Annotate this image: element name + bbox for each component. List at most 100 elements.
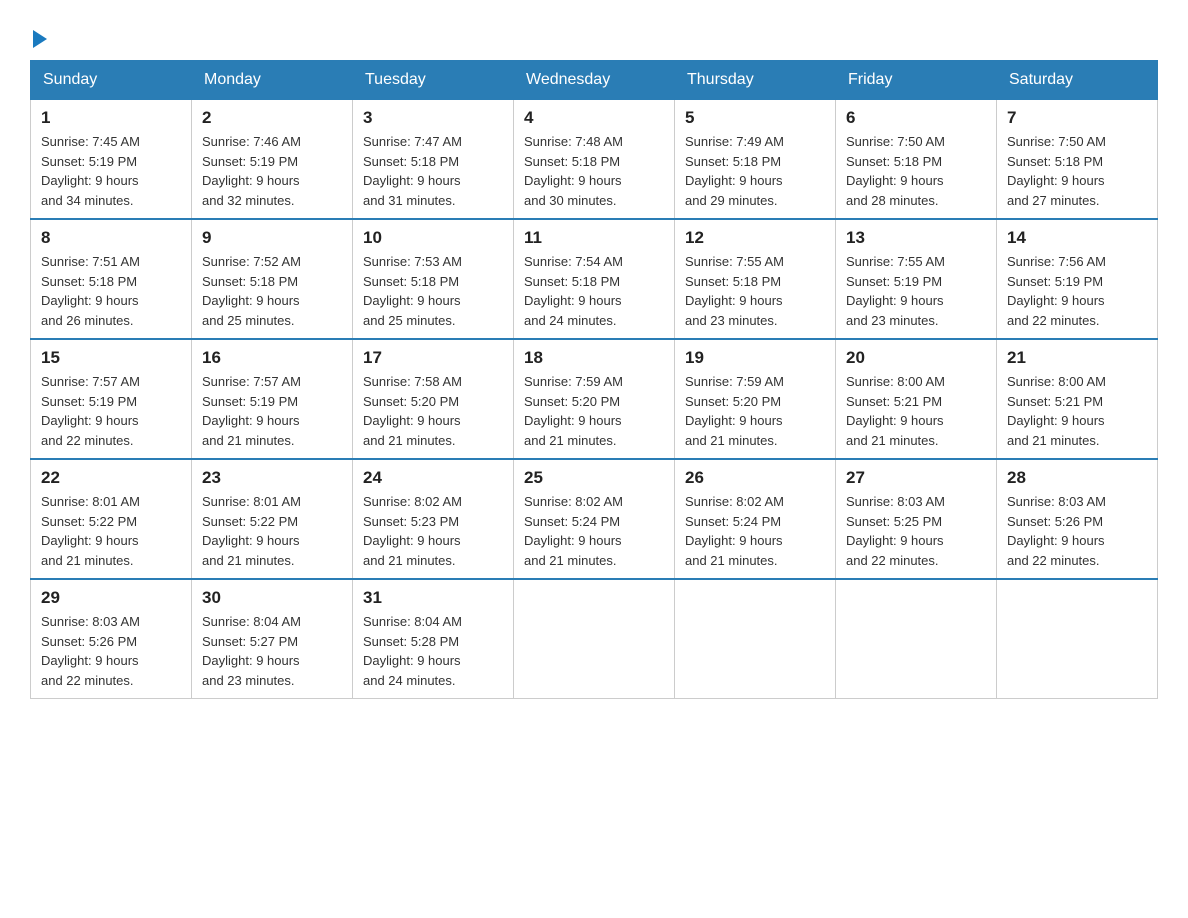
day-info: Sunrise: 7:46 AMSunset: 5:19 PMDaylight:… bbox=[202, 134, 301, 208]
calendar-cell: 8 Sunrise: 7:51 AMSunset: 5:18 PMDayligh… bbox=[31, 219, 192, 339]
calendar-cell bbox=[836, 579, 997, 699]
calendar-cell: 23 Sunrise: 8:01 AMSunset: 5:22 PMDaylig… bbox=[192, 459, 353, 579]
day-header-monday: Monday bbox=[192, 61, 353, 100]
calendar-cell: 9 Sunrise: 7:52 AMSunset: 5:18 PMDayligh… bbox=[192, 219, 353, 339]
day-number: 1 bbox=[41, 108, 181, 128]
day-number: 19 bbox=[685, 348, 825, 368]
day-info: Sunrise: 8:04 AMSunset: 5:28 PMDaylight:… bbox=[363, 614, 462, 688]
logo-blue-part bbox=[30, 30, 47, 50]
calendar-cell: 13 Sunrise: 7:55 AMSunset: 5:19 PMDaylig… bbox=[836, 219, 997, 339]
page-header bbox=[30, 20, 1158, 50]
calendar-cell bbox=[997, 579, 1158, 699]
day-info: Sunrise: 7:51 AMSunset: 5:18 PMDaylight:… bbox=[41, 254, 140, 328]
day-number: 12 bbox=[685, 228, 825, 248]
day-number: 15 bbox=[41, 348, 181, 368]
day-number: 2 bbox=[202, 108, 342, 128]
calendar-week-row: 8 Sunrise: 7:51 AMSunset: 5:18 PMDayligh… bbox=[31, 219, 1158, 339]
day-info: Sunrise: 7:58 AMSunset: 5:20 PMDaylight:… bbox=[363, 374, 462, 448]
day-number: 11 bbox=[524, 228, 664, 248]
calendar-cell: 12 Sunrise: 7:55 AMSunset: 5:18 PMDaylig… bbox=[675, 219, 836, 339]
day-number: 5 bbox=[685, 108, 825, 128]
day-info: Sunrise: 8:02 AMSunset: 5:24 PMDaylight:… bbox=[524, 494, 623, 568]
day-header-sunday: Sunday bbox=[31, 61, 192, 100]
calendar-cell: 17 Sunrise: 7:58 AMSunset: 5:20 PMDaylig… bbox=[353, 339, 514, 459]
day-info: Sunrise: 8:00 AMSunset: 5:21 PMDaylight:… bbox=[1007, 374, 1106, 448]
day-number: 7 bbox=[1007, 108, 1147, 128]
day-header-wednesday: Wednesday bbox=[514, 61, 675, 100]
day-number: 6 bbox=[846, 108, 986, 128]
day-number: 20 bbox=[846, 348, 986, 368]
day-header-tuesday: Tuesday bbox=[353, 61, 514, 100]
calendar-cell: 1 Sunrise: 7:45 AMSunset: 5:19 PMDayligh… bbox=[31, 100, 192, 220]
day-header-friday: Friday bbox=[836, 61, 997, 100]
calendar-cell: 16 Sunrise: 7:57 AMSunset: 5:19 PMDaylig… bbox=[192, 339, 353, 459]
day-number: 18 bbox=[524, 348, 664, 368]
calendar-cell: 15 Sunrise: 7:57 AMSunset: 5:19 PMDaylig… bbox=[31, 339, 192, 459]
day-info: Sunrise: 8:03 AMSunset: 5:26 PMDaylight:… bbox=[1007, 494, 1106, 568]
calendar-cell: 25 Sunrise: 8:02 AMSunset: 5:24 PMDaylig… bbox=[514, 459, 675, 579]
day-number: 13 bbox=[846, 228, 986, 248]
day-number: 23 bbox=[202, 468, 342, 488]
calendar-table: SundayMondayTuesdayWednesdayThursdayFrid… bbox=[30, 60, 1158, 699]
day-info: Sunrise: 7:59 AMSunset: 5:20 PMDaylight:… bbox=[524, 374, 623, 448]
day-number: 4 bbox=[524, 108, 664, 128]
day-number: 16 bbox=[202, 348, 342, 368]
day-info: Sunrise: 8:04 AMSunset: 5:27 PMDaylight:… bbox=[202, 614, 301, 688]
day-info: Sunrise: 7:55 AMSunset: 5:18 PMDaylight:… bbox=[685, 254, 784, 328]
calendar-cell: 21 Sunrise: 8:00 AMSunset: 5:21 PMDaylig… bbox=[997, 339, 1158, 459]
day-info: Sunrise: 8:02 AMSunset: 5:23 PMDaylight:… bbox=[363, 494, 462, 568]
day-number: 9 bbox=[202, 228, 342, 248]
calendar-cell: 19 Sunrise: 7:59 AMSunset: 5:20 PMDaylig… bbox=[675, 339, 836, 459]
day-number: 17 bbox=[363, 348, 503, 368]
calendar-cell bbox=[675, 579, 836, 699]
calendar-cell: 30 Sunrise: 8:04 AMSunset: 5:27 PMDaylig… bbox=[192, 579, 353, 699]
calendar-header-row: SundayMondayTuesdayWednesdayThursdayFrid… bbox=[31, 61, 1158, 100]
calendar-cell: 27 Sunrise: 8:03 AMSunset: 5:25 PMDaylig… bbox=[836, 459, 997, 579]
day-number: 31 bbox=[363, 588, 503, 608]
day-info: Sunrise: 7:59 AMSunset: 5:20 PMDaylight:… bbox=[685, 374, 784, 448]
calendar-cell: 24 Sunrise: 8:02 AMSunset: 5:23 PMDaylig… bbox=[353, 459, 514, 579]
day-info: Sunrise: 7:56 AMSunset: 5:19 PMDaylight:… bbox=[1007, 254, 1106, 328]
day-info: Sunrise: 7:50 AMSunset: 5:18 PMDaylight:… bbox=[1007, 134, 1106, 208]
day-header-saturday: Saturday bbox=[997, 61, 1158, 100]
calendar-cell: 6 Sunrise: 7:50 AMSunset: 5:18 PMDayligh… bbox=[836, 100, 997, 220]
day-info: Sunrise: 7:45 AMSunset: 5:19 PMDaylight:… bbox=[41, 134, 140, 208]
calendar-cell bbox=[514, 579, 675, 699]
day-info: Sunrise: 7:48 AMSunset: 5:18 PMDaylight:… bbox=[524, 134, 623, 208]
calendar-week-row: 1 Sunrise: 7:45 AMSunset: 5:19 PMDayligh… bbox=[31, 100, 1158, 220]
calendar-cell: 4 Sunrise: 7:48 AMSunset: 5:18 PMDayligh… bbox=[514, 100, 675, 220]
calendar-week-row: 29 Sunrise: 8:03 AMSunset: 5:26 PMDaylig… bbox=[31, 579, 1158, 699]
day-number: 28 bbox=[1007, 468, 1147, 488]
calendar-cell: 7 Sunrise: 7:50 AMSunset: 5:18 PMDayligh… bbox=[997, 100, 1158, 220]
logo bbox=[30, 20, 47, 50]
calendar-cell: 10 Sunrise: 7:53 AMSunset: 5:18 PMDaylig… bbox=[353, 219, 514, 339]
day-info: Sunrise: 7:54 AMSunset: 5:18 PMDaylight:… bbox=[524, 254, 623, 328]
calendar-cell: 26 Sunrise: 8:02 AMSunset: 5:24 PMDaylig… bbox=[675, 459, 836, 579]
day-number: 25 bbox=[524, 468, 664, 488]
day-info: Sunrise: 7:50 AMSunset: 5:18 PMDaylight:… bbox=[846, 134, 945, 208]
day-info: Sunrise: 8:00 AMSunset: 5:21 PMDaylight:… bbox=[846, 374, 945, 448]
calendar-week-row: 22 Sunrise: 8:01 AMSunset: 5:22 PMDaylig… bbox=[31, 459, 1158, 579]
calendar-cell: 20 Sunrise: 8:00 AMSunset: 5:21 PMDaylig… bbox=[836, 339, 997, 459]
calendar-cell: 28 Sunrise: 8:03 AMSunset: 5:26 PMDaylig… bbox=[997, 459, 1158, 579]
calendar-cell: 5 Sunrise: 7:49 AMSunset: 5:18 PMDayligh… bbox=[675, 100, 836, 220]
day-number: 8 bbox=[41, 228, 181, 248]
calendar-cell: 2 Sunrise: 7:46 AMSunset: 5:19 PMDayligh… bbox=[192, 100, 353, 220]
day-info: Sunrise: 8:01 AMSunset: 5:22 PMDaylight:… bbox=[202, 494, 301, 568]
day-number: 21 bbox=[1007, 348, 1147, 368]
calendar-cell: 11 Sunrise: 7:54 AMSunset: 5:18 PMDaylig… bbox=[514, 219, 675, 339]
calendar-cell: 31 Sunrise: 8:04 AMSunset: 5:28 PMDaylig… bbox=[353, 579, 514, 699]
day-info: Sunrise: 8:03 AMSunset: 5:25 PMDaylight:… bbox=[846, 494, 945, 568]
day-info: Sunrise: 8:03 AMSunset: 5:26 PMDaylight:… bbox=[41, 614, 140, 688]
day-number: 24 bbox=[363, 468, 503, 488]
day-info: Sunrise: 7:53 AMSunset: 5:18 PMDaylight:… bbox=[363, 254, 462, 328]
day-number: 27 bbox=[846, 468, 986, 488]
day-info: Sunrise: 7:49 AMSunset: 5:18 PMDaylight:… bbox=[685, 134, 784, 208]
day-info: Sunrise: 7:57 AMSunset: 5:19 PMDaylight:… bbox=[202, 374, 301, 448]
day-number: 26 bbox=[685, 468, 825, 488]
day-header-thursday: Thursday bbox=[675, 61, 836, 100]
calendar-cell: 22 Sunrise: 8:01 AMSunset: 5:22 PMDaylig… bbox=[31, 459, 192, 579]
day-number: 14 bbox=[1007, 228, 1147, 248]
calendar-cell: 14 Sunrise: 7:56 AMSunset: 5:19 PMDaylig… bbox=[997, 219, 1158, 339]
day-number: 10 bbox=[363, 228, 503, 248]
